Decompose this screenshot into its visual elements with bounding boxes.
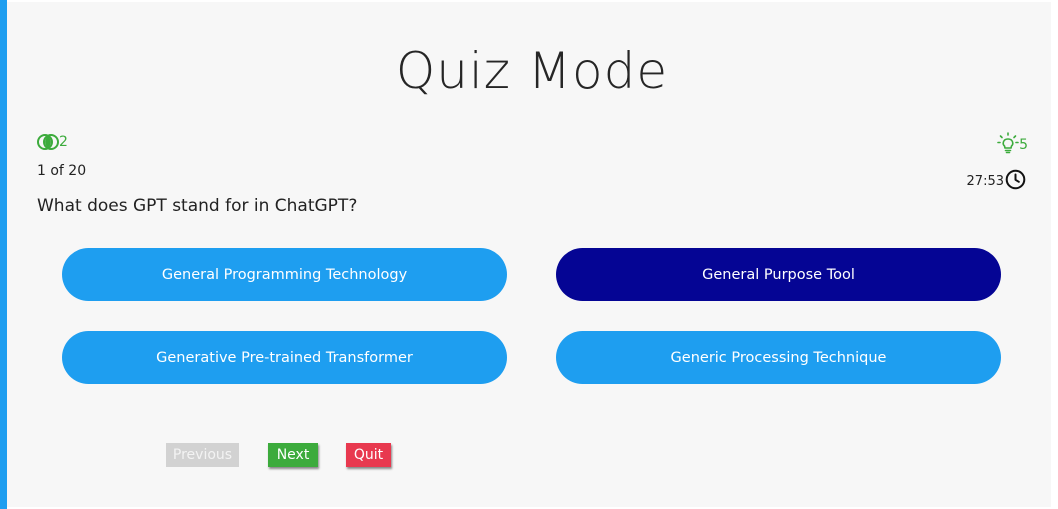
page-title: Quiz Mode xyxy=(395,42,669,100)
lightbulb-icon xyxy=(997,132,1019,158)
fifty-fifty-icon xyxy=(37,134,59,150)
previous-button[interactable]: Previous xyxy=(166,443,239,467)
answer-option-a[interactable]: General Programming Technology xyxy=(62,248,507,301)
fifty-fifty-lifeline[interactable]: 2 xyxy=(37,134,68,150)
timer: 27:53 xyxy=(967,169,1026,194)
timer-value: 27:53 xyxy=(966,174,1004,189)
fifty-fifty-count: 2 xyxy=(59,134,68,150)
question-counter: 1 of 20 xyxy=(37,163,87,179)
answer-option-b[interactable]: General Purpose Tool xyxy=(556,248,1001,301)
answer-option-d[interactable]: Generic Processing Technique xyxy=(556,331,1001,384)
clock-icon xyxy=(1004,169,1026,194)
next-button[interactable]: Next xyxy=(268,443,318,467)
quiz-app: Quiz Mode 2 1 of 20 What does GPT stand … xyxy=(0,0,1058,509)
answer-option-c[interactable]: Generative Pre-trained Transformer xyxy=(62,331,507,384)
hint-lifeline[interactable]: 5 xyxy=(997,132,1028,158)
question-text: What does GPT stand for in ChatGPT? xyxy=(37,196,358,216)
hints-count: 5 xyxy=(1019,137,1028,153)
quit-button[interactable]: Quit xyxy=(346,443,391,467)
